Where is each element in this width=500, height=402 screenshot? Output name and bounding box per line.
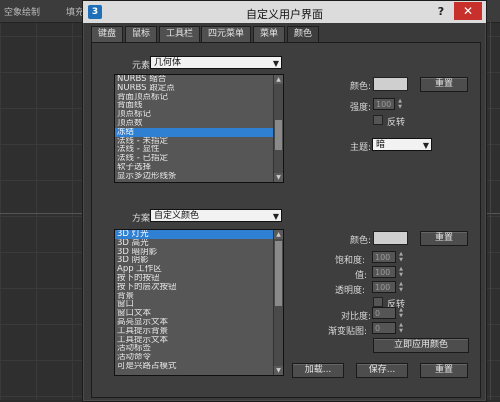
scheme-list-item[interactable]: 高亮显示文本 xyxy=(115,318,283,327)
scroll-down-icon[interactable]: ▼ xyxy=(274,173,283,182)
value-spinner[interactable]: 100 xyxy=(372,266,396,278)
elements-list-item[interactable]: 法线 - 显性 xyxy=(115,145,283,154)
help-button[interactable]: ? xyxy=(434,5,448,19)
dialog-titlebar[interactable]: 3 自定义用户界面 ? ✕ xyxy=(83,1,486,23)
chevron-down-icon: ▼ xyxy=(422,141,429,150)
elements-list-item[interactable]: NURBS 缩合 xyxy=(115,75,283,84)
scheme-list-item[interactable]: 可是兴路占模式 xyxy=(115,362,283,371)
elements-list-item[interactable]: NURBS 跟定点 xyxy=(115,84,283,93)
scroll-up-icon[interactable]: ▲ xyxy=(274,75,283,84)
chevron-down-icon: ▼ xyxy=(272,59,279,68)
scheme-list-item[interactable]: 活动标签 xyxy=(115,344,283,353)
elements-list-item[interactable]: 法线 - 未指定 xyxy=(115,137,283,146)
saturation-spinner[interactable]: 100 xyxy=(372,251,396,263)
scheme-list-item[interactable]: 工具提示文本 xyxy=(115,336,283,345)
ui-reset-button[interactable]: 重置 xyxy=(420,231,468,246)
gradient-map-spinner[interactable]: 0 xyxy=(372,322,396,334)
elements-list-item[interactable]: 软子选择 xyxy=(115,163,283,172)
close-button[interactable]: ✕ xyxy=(454,2,482,20)
scheme-list-item[interactable]: 3D 阴影 xyxy=(115,256,283,265)
spinner-arrows-icon[interactable]: ▲ ▼ xyxy=(396,98,404,110)
scheme-list-item[interactable]: 背景 xyxy=(115,292,283,301)
spinner-arrows-icon[interactable]: ▲ ▼ xyxy=(397,307,405,319)
scheme-list-item[interactable]: 按下的按钮 xyxy=(115,274,283,283)
element-color-label: 颜色: xyxy=(350,82,372,92)
customize-ui-dialog: 3 自定义用户界面 ? ✕ 键盘 鼠标 工具栏 四元菜单 菜单 颜色 元素: 几… xyxy=(82,0,487,402)
spinner-arrows-icon[interactable]: ▲ ▼ xyxy=(397,266,405,278)
viewport-tab-object-paint[interactable]: 空象绘制 xyxy=(4,5,40,18)
transparency-label: 透明度: xyxy=(335,286,366,296)
ui-color-label: 颜色: xyxy=(350,236,372,246)
tab-mouse[interactable]: 鼠标 xyxy=(125,26,158,42)
elements-list-item[interactable]: 背面线 xyxy=(115,101,283,110)
scheme-list-item[interactable]: 按下的层次按钮 xyxy=(115,283,283,292)
elements-list-item[interactable]: 背面顶点标记 xyxy=(115,93,283,102)
scroll-up-icon[interactable]: ▲ xyxy=(274,230,283,239)
intensity-label: 强度: xyxy=(350,103,372,113)
contrast-label: 对比度: xyxy=(341,312,372,322)
elements-list-item[interactable]: 冻结 xyxy=(115,127,283,137)
value-label: 值: xyxy=(355,271,368,281)
scheme-list-item[interactable]: 3D 高光 xyxy=(115,239,283,248)
save-button[interactable]: 保存... xyxy=(356,363,408,378)
scheme-list-scrollbar[interactable]: ▲ ▼ xyxy=(273,230,283,375)
spinner-arrows-icon[interactable]: ▲ ▼ xyxy=(397,251,405,263)
scroll-thumb[interactable] xyxy=(275,120,282,150)
scheme-dropdown[interactable]: 自定义颜色 ▼ xyxy=(150,209,282,222)
scroll-thumb[interactable] xyxy=(275,241,282,306)
saturation-label: 饱和度: xyxy=(335,256,366,266)
ui-invert-checkbox[interactable] xyxy=(373,297,383,307)
elements-list-item[interactable]: 法线 - 已指定 xyxy=(115,154,283,163)
elements-list[interactable]: NURBS 缩合 NURBS 跟定点 背面顶点标记 背面线 顶点标记 顶点数 冻结 法线 - … xyxy=(114,74,284,183)
chevron-down-icon: ▼ xyxy=(272,212,279,221)
gradient-map-label: 渐变贴图: xyxy=(328,327,368,337)
dialog-title: 自定义用户界面 xyxy=(246,8,323,21)
transparency-spinner[interactable]: 100 xyxy=(372,281,396,293)
theme-dropdown-value: 暗 xyxy=(376,140,386,150)
load-button[interactable]: 加载... xyxy=(292,363,344,378)
viewport-divider xyxy=(490,22,491,400)
scheme-list[interactable]: 3D 灯光 3D 高光 3D 暗阴影 3D 阴影 App 工作区 按下的按钮 按下的层次按钮… xyxy=(114,229,284,376)
scheme-list-item[interactable]: 3D 灯光 xyxy=(115,230,283,239)
elements-list-scrollbar[interactable]: ▲ ▼ xyxy=(273,75,283,182)
intensity-invert-label: 反转 xyxy=(387,118,406,128)
element-reset-button[interactable]: 重置 xyxy=(420,77,468,92)
colors-panel: 元素: 几何体 ▼ NURBS 缩合 NURBS 跟定点 背面顶点标记 背面线 顶点标记… xyxy=(91,42,481,398)
tab-menus[interactable]: 菜单 xyxy=(253,26,286,42)
tab-keyboard[interactable]: 键盘 xyxy=(91,26,124,42)
tab-colors[interactable]: 颜色 xyxy=(287,26,320,43)
spinner-arrows-icon[interactable]: ▲ ▼ xyxy=(397,322,405,334)
tab-quad-menus[interactable]: 四元菜单 xyxy=(201,26,252,42)
apply-colors-now-button[interactable]: 立即应用颜色 xyxy=(373,338,469,353)
scheme-list-item[interactable]: 工具提示背景 xyxy=(115,327,283,336)
spinner-arrows-icon[interactable]: ▲ ▼ xyxy=(397,281,405,293)
scheme-list-item[interactable]: 窗口 xyxy=(115,300,283,309)
footer-reset-button[interactable]: 重置 xyxy=(420,363,468,378)
ui-color-swatch[interactable] xyxy=(373,231,408,245)
scheme-dropdown-value: 自定义颜色 xyxy=(154,211,200,221)
contrast-spinner[interactable]: 0 xyxy=(372,307,396,319)
elements-list-item[interactable]: 顶点标记 xyxy=(115,110,283,119)
elements-list-item[interactable]: 顶点数 xyxy=(115,119,283,128)
intensity-spinner[interactable]: 100 xyxy=(373,98,395,110)
scheme-list-item[interactable]: 窗口文本 xyxy=(115,309,283,318)
elements-dropdown[interactable]: 几何体 ▼ xyxy=(150,56,282,69)
scroll-down-icon[interactable]: ▼ xyxy=(274,366,283,375)
theme-label: 主题: xyxy=(350,143,372,153)
element-color-swatch[interactable] xyxy=(373,77,408,91)
elements-dropdown-value: 几何体 xyxy=(154,58,182,68)
elements-list-item[interactable]: 显示多边形线条 xyxy=(115,172,283,181)
intensity-invert-checkbox[interactable] xyxy=(373,115,383,125)
theme-dropdown[interactable]: 暗 ▼ xyxy=(372,138,432,151)
scheme-list-item[interactable]: App 工作区 xyxy=(115,265,283,274)
scheme-list-item[interactable]: 3D 暗阴影 xyxy=(115,248,283,257)
tab-toolbars[interactable]: 工具栏 xyxy=(159,26,201,42)
scheme-list-item[interactable]: 活动命令 xyxy=(115,353,283,362)
